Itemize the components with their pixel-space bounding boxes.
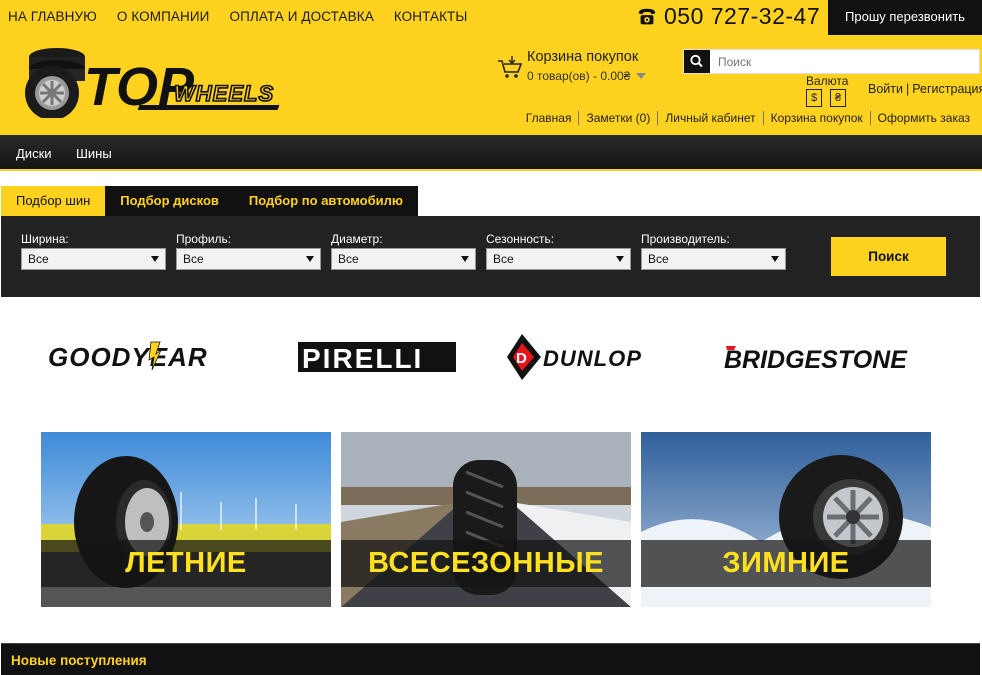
search-input[interactable] (712, 50, 978, 73)
banner-allseason[interactable]: ВСЕСЕЗОННЫЕ (341, 432, 631, 607)
pirelli-logo: PIRELLI (298, 342, 456, 374)
season-filter: Сезонность: Все (486, 232, 631, 270)
width-select-value: Все (28, 252, 49, 266)
chevron-down-icon (151, 256, 159, 262)
season-select[interactable]: Все (486, 248, 631, 270)
main-menu: Диски Шины (0, 135, 982, 171)
tab-car-search[interactable]: Подбор по автомобилю (234, 186, 418, 216)
topnav-about-link[interactable]: О КОМПАНИИ (117, 9, 210, 24)
subnav-checkout-link[interactable]: Оформить заказ (869, 111, 970, 125)
filter-panel: Ширина: Все Профиль: Все Диаметр: Все Се… (1, 216, 980, 297)
subnav-notes-link[interactable]: Заметки (0) (578, 111, 657, 125)
season-label: Сезонность: (486, 232, 555, 246)
callback-button[interactable]: Прошу перезвонить (828, 0, 982, 35)
brand-bridgestone[interactable]: BRIDGESTONE (724, 330, 924, 385)
width-filter: Ширина: Все (21, 232, 166, 270)
phone-block: 050 727-32-47 (636, 3, 820, 30)
bridgestone-logo: BRIDGESTONE (724, 346, 908, 374)
diameter-label: Диаметр: (331, 232, 383, 246)
account-nav: Главная Заметки (0) Личный кабинет Корзи… (519, 111, 970, 125)
goodyear-logo-text: GOODYEAR (48, 342, 208, 372)
top-nav: НА ГЛАВНУЮ О КОМПАНИИ ОПЛАТА И ДОСТАВКА … (8, 9, 487, 24)
search-tabs: Подбор шин Подбор дисков Подбор по автом… (1, 186, 418, 216)
manufacturer-filter: Производитель: Все (641, 232, 786, 270)
subnav-account-link[interactable]: Личный кабинет (657, 111, 762, 125)
menu-item-tires[interactable]: Шины (76, 146, 112, 161)
search-button[interactable] (684, 50, 710, 73)
chevron-down-icon (306, 256, 314, 262)
logo-wheels-text: WHEELS (174, 81, 274, 106)
season-select-value: Все (493, 252, 514, 266)
profile-filter: Профиль: Все (176, 232, 321, 270)
top-bar: НА ГЛАВНУЮ О КОМПАНИИ ОПЛАТА И ДОСТАВКА … (0, 0, 982, 35)
phone-icon (638, 8, 656, 24)
register-link[interactable]: Регистрация (912, 82, 982, 96)
goodyear-logo: GOODYEAR (48, 341, 208, 372)
diameter-filter: Диаметр: Все (331, 232, 476, 270)
chevron-down-icon (771, 256, 779, 262)
currency-uah-button[interactable]: ₴ (830, 89, 846, 107)
banner-winter[interactable]: ЗИМНИЕ (641, 432, 931, 607)
banner-summer-label: ЛЕТНИЕ (125, 547, 247, 579)
cart-icon (498, 56, 523, 78)
profile-select[interactable]: Все (176, 248, 321, 270)
header: TOP WHEELS Корзина покупок 0 товар(ов) -… (0, 35, 982, 135)
profile-label: Профиль: (176, 232, 232, 246)
login-link[interactable]: Войти (868, 82, 903, 96)
search-box (683, 49, 980, 74)
brand-dunlop[interactable]: D DUNLOP (505, 330, 695, 385)
manufacturer-select-value: Все (648, 252, 669, 266)
bridgestone-logo-text: BRIDGESTONE (724, 346, 908, 374)
filter-search-button[interactable]: Поиск (831, 237, 946, 276)
width-label: Ширина: (21, 232, 69, 246)
brand-pirelli[interactable]: PIRELLI (298, 330, 458, 385)
brand-goodyear[interactable]: GOODYEAR (48, 330, 253, 385)
new-arrivals-title: Новые поступления (11, 653, 147, 668)
new-arrivals-header: Новые поступления (1, 643, 980, 675)
tab-tire-search[interactable]: Подбор шин (1, 186, 106, 216)
menu-item-rims[interactable]: Диски (16, 146, 52, 161)
auth-separator: | (905, 82, 910, 96)
width-select[interactable]: Все (21, 248, 166, 270)
banner-summer[interactable]: ЛЕТНИЕ (41, 432, 331, 607)
banner-allseason-label: ВСЕСЕЗОННЫЕ (368, 547, 604, 579)
subnav-home-link[interactable]: Главная (519, 111, 579, 125)
cart-title[interactable]: Корзина покупок (527, 49, 638, 65)
cart-summary[interactable]: 0 товар(ов) - 0.00₴ (527, 69, 647, 83)
pirelli-logo-text: PIRELLI (302, 343, 423, 374)
topnav-payment-link[interactable]: ОПЛАТА И ДОСТАВКА (229, 9, 373, 24)
subnav-cart-link[interactable]: Корзина покупок (762, 111, 870, 125)
manufacturer-label: Производитель: (641, 232, 730, 246)
diameter-select[interactable]: Все (331, 248, 476, 270)
manufacturer-select[interactable]: Все (641, 248, 786, 270)
topnav-home-link[interactable]: НА ГЛАВНУЮ (8, 9, 97, 24)
cart-summary-text: 0 товар(ов) - 0.00₴ (527, 69, 631, 83)
currency-usd-button[interactable]: $ (806, 89, 822, 107)
currency-label: Валюта (806, 74, 849, 88)
site-logo[interactable]: TOP WHEELS (22, 43, 312, 118)
phone-number[interactable]: 050 727-32-47 (664, 3, 820, 30)
banner-winter-label: ЗИМНИЕ (722, 547, 850, 579)
svg-text:D: D (516, 350, 527, 367)
topnav-contacts-link[interactable]: КОНТАКТЫ (394, 9, 468, 24)
chevron-down-icon (616, 256, 624, 262)
tab-rim-search[interactable]: Подбор дисков (105, 186, 234, 216)
search-icon (690, 54, 703, 68)
chevron-down-icon (461, 256, 469, 262)
profile-select-value: Все (183, 252, 204, 266)
auth-links: Войти | Регистрация (868, 82, 982, 96)
dunlop-logo: D DUNLOP (507, 334, 642, 380)
tire-stack-icon (25, 48, 85, 118)
dunlop-logo-text: DUNLOP (543, 346, 642, 371)
diameter-select-value: Все (338, 252, 359, 266)
chevron-down-icon[interactable] (636, 73, 647, 79)
